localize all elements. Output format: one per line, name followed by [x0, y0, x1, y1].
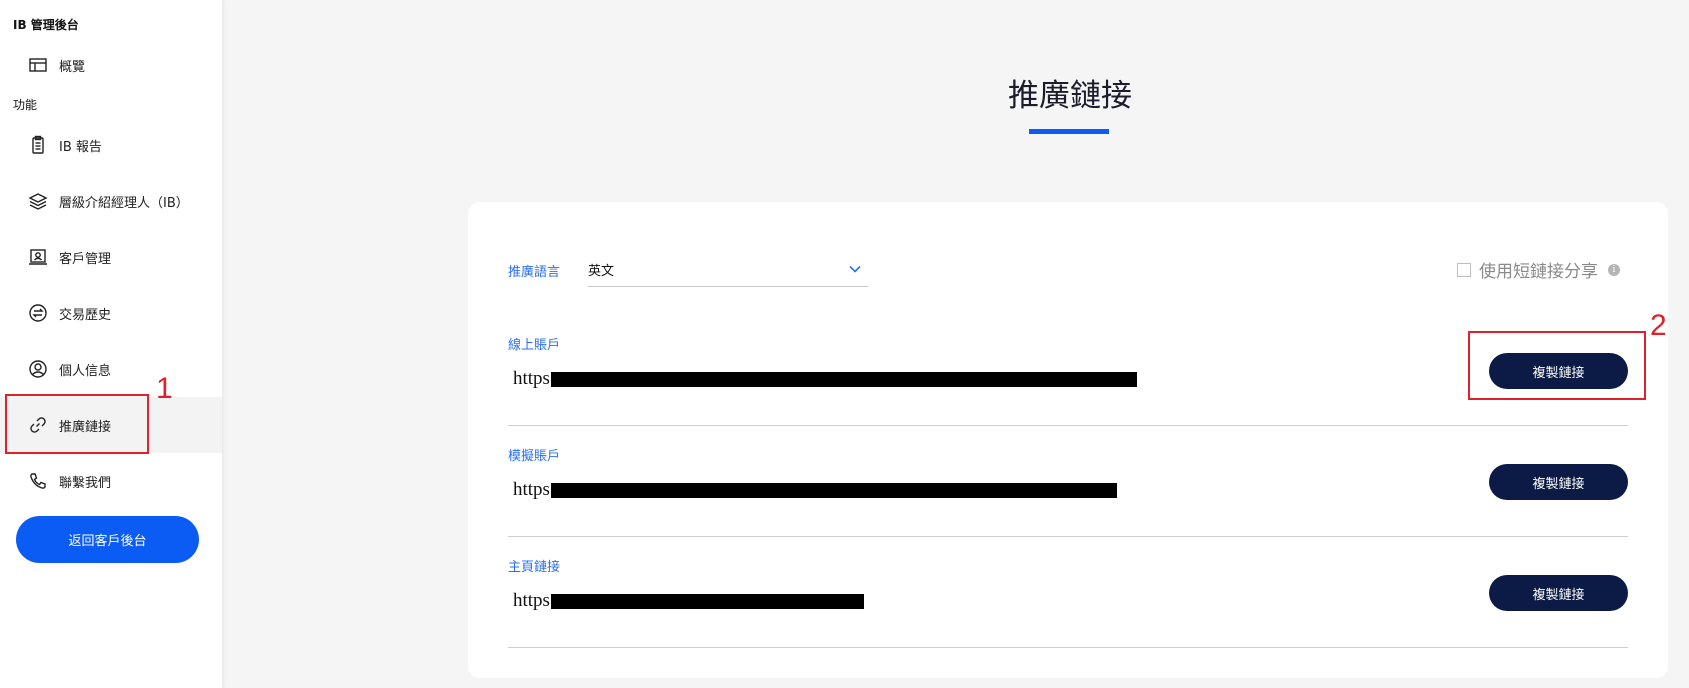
link-section-live-account: 線上賬戶 https 複製鏈接	[508, 334, 1628, 426]
page-title: 推廣鏈接	[1008, 78, 1132, 114]
link-url-prefix: https	[513, 479, 550, 500]
copy-link-button[interactable]: 複製鏈接	[1489, 575, 1628, 611]
annotation-number-1: 1	[156, 372, 173, 405]
title-underline	[1029, 129, 1109, 134]
phone-icon	[27, 470, 49, 492]
short-link-label: 使用短鏈接分享	[1479, 262, 1598, 282]
short-link-option: 使用短鏈接分享 i	[1457, 257, 1620, 282]
sidebar-item-trade-history[interactable]: 交易歷史	[0, 285, 222, 341]
sidebar-item-client-management[interactable]: 客戶管理	[0, 229, 222, 285]
user-icon	[27, 358, 49, 380]
sidebar-item-contact-us[interactable]: 聯繫我們	[0, 453, 222, 509]
language-select-value: 英文	[588, 263, 615, 279]
sidebar-item-overview[interactable]: 概覽	[0, 37, 222, 93]
chevron-down-icon	[849, 265, 861, 273]
link-url-prefix: https	[513, 590, 550, 611]
link-label: 線上賬戶	[508, 338, 561, 353]
redaction-bar	[550, 593, 864, 609]
sidebar: IB 管理後台 概覽 功能 IB 報告 層級介紹經理人（IB） 客戶管理 交易歷…	[0, 0, 222, 688]
sidebar-app-title: IB 管理後台	[13, 18, 79, 32]
annotation-box-1	[5, 394, 149, 454]
sidebar-item-label: 客戶管理	[59, 251, 112, 267]
short-link-checkbox[interactable]	[1457, 262, 1471, 277]
back-to-client-portal-button[interactable]: 返回客戶後台	[16, 516, 199, 563]
link-label: 模擬賬戶	[508, 449, 561, 464]
copy-link-button[interactable]: 複製鏈接	[1489, 464, 1628, 500]
sidebar-item-label: 交易歷史	[59, 307, 112, 323]
info-icon[interactable]: i	[1608, 263, 1620, 276]
annotation-box-2	[1468, 331, 1646, 400]
clipboard-icon	[27, 134, 49, 156]
sidebar-item-personal-info[interactable]: 個人信息	[0, 341, 222, 397]
link-section-demo-account: 模擬賬戶 https 複製鏈接	[508, 445, 1628, 537]
sidebar-item-label: 層級介紹經理人（IB）	[59, 195, 189, 211]
sidebar-item-label: 聯繫我們	[59, 475, 112, 491]
layers-icon	[27, 190, 49, 212]
sidebar-item-label: 概覽	[59, 59, 86, 75]
redaction-bar	[550, 482, 1117, 498]
link-url-prefix: https	[513, 368, 550, 389]
link-url: https	[513, 590, 864, 612]
link-label: 主頁鏈接	[508, 560, 561, 575]
annotation-number-2: 2	[1650, 309, 1667, 342]
sidebar-item-label: 個人信息	[59, 363, 112, 379]
client-icon	[27, 246, 49, 268]
sidebar-item-label: IB 報告	[59, 139, 102, 155]
link-section-homepage: 主頁鏈接 https 複製鏈接	[508, 556, 1628, 648]
layout-icon	[27, 54, 49, 76]
language-select[interactable]: 英文	[588, 252, 868, 287]
link-url: https	[513, 479, 1117, 501]
redaction-bar	[550, 371, 1137, 387]
exchange-icon	[27, 302, 49, 324]
language-label: 推廣語言	[508, 265, 561, 280]
sidebar-item-ib-report[interactable]: IB 報告	[0, 117, 222, 173]
sidebar-item-multi-level-ib[interactable]: 層級介紹經理人（IB）	[0, 173, 222, 229]
sidebar-section-functions: 功能	[13, 98, 38, 112]
link-url: https	[513, 368, 1137, 390]
